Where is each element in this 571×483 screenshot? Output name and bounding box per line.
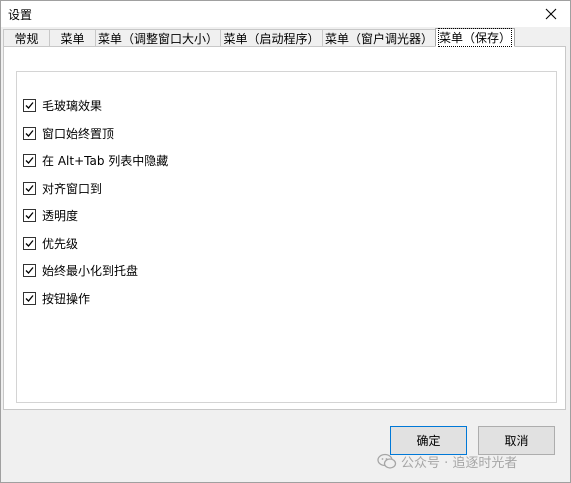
option-label: 按钮操作 bbox=[42, 291, 91, 306]
option-label: 在 Alt+Tab 列表中隐藏 bbox=[42, 154, 169, 169]
tab-label: 菜单（调整窗口大小） bbox=[97, 32, 218, 46]
tab-label: 菜单（启动程序） bbox=[223, 32, 320, 46]
tab-menu-resize[interactable]: 菜单（调整窗口大小） bbox=[95, 29, 221, 47]
check-icon bbox=[25, 102, 34, 110]
option-hide-alt-tab[interactable]: 在 Alt+Tab 列表中隐藏 bbox=[23, 147, 168, 175]
option-transparency[interactable]: 透明度 bbox=[23, 202, 168, 230]
tab-menu-dimmer[interactable]: 菜单（窗户调光器） bbox=[322, 29, 436, 47]
tab-strip: 常规 菜单 菜单（调整窗口大小） 菜单（启动程序） 菜单（窗户调光器） 菜单（保… bbox=[3, 28, 515, 47]
option-label: 始终最小化到托盘 bbox=[42, 264, 139, 279]
option-button-actions[interactable]: 按钮操作 bbox=[23, 285, 168, 313]
close-icon bbox=[545, 8, 557, 20]
tab-menu-launch[interactable]: 菜单（启动程序） bbox=[220, 29, 323, 47]
option-blur-effect[interactable]: 毛玻璃效果 bbox=[23, 92, 168, 120]
options-group: 毛玻璃效果 窗口始终置顶 在 Alt+Tab 列表中隐藏 对齐窗口到 透明度 优… bbox=[16, 71, 557, 403]
check-icon bbox=[25, 294, 34, 302]
checkbox[interactable] bbox=[23, 264, 36, 278]
checkbox[interactable] bbox=[23, 126, 36, 140]
wechat-icon bbox=[377, 453, 397, 469]
check-icon bbox=[25, 239, 34, 247]
watermark: 公众号 · 追逐时光者 bbox=[377, 451, 517, 471]
check-icon bbox=[25, 212, 34, 220]
watermark-text: 公众号 · 追逐时光者 bbox=[401, 455, 518, 471]
check-icon bbox=[25, 267, 34, 275]
checkbox[interactable] bbox=[23, 154, 36, 168]
option-label: 对齐窗口到 bbox=[42, 181, 103, 196]
tab-label: 常规 bbox=[14, 32, 39, 46]
close-button[interactable] bbox=[532, 1, 570, 27]
tab-menu-save[interactable]: 菜单（保存） bbox=[435, 28, 515, 47]
tab-label: 菜单 bbox=[60, 32, 85, 46]
option-label: 优先级 bbox=[42, 236, 79, 251]
option-minimize-to-tray[interactable]: 始终最小化到托盘 bbox=[23, 257, 168, 285]
option-label: 透明度 bbox=[42, 209, 79, 224]
options-list: 毛玻璃效果 窗口始终置顶 在 Alt+Tab 列表中隐藏 对齐窗口到 透明度 优… bbox=[23, 92, 168, 312]
option-always-on-top[interactable]: 窗口始终置顶 bbox=[23, 120, 168, 148]
option-label: 窗口始终置顶 bbox=[42, 126, 115, 141]
check-icon bbox=[25, 184, 34, 192]
tab-label: 菜单（保存） bbox=[437, 28, 513, 47]
check-icon bbox=[25, 129, 34, 137]
window-title: 设置 bbox=[8, 8, 33, 22]
settings-window: 设置 常规 菜单 菜单（调整窗口大小） 菜单（启动程序） 菜单（窗户调光器） 菜… bbox=[0, 0, 571, 483]
checkbox[interactable] bbox=[23, 99, 36, 113]
tab-label: 菜单（窗户调光器） bbox=[324, 32, 433, 46]
option-snap-window[interactable]: 对齐窗口到 bbox=[23, 175, 168, 203]
tab-panel: 毛玻璃效果 窗口始终置顶 在 Alt+Tab 列表中隐藏 对齐窗口到 透明度 优… bbox=[3, 46, 566, 410]
option-label: 毛玻璃效果 bbox=[42, 99, 103, 114]
checkbox[interactable] bbox=[23, 236, 36, 250]
tab-general[interactable]: 常规 bbox=[3, 29, 50, 47]
option-priority[interactable]: 优先级 bbox=[23, 230, 168, 258]
checkbox[interactable] bbox=[23, 181, 36, 195]
checkbox[interactable] bbox=[23, 209, 36, 223]
check-icon bbox=[25, 157, 34, 165]
checkbox[interactable] bbox=[23, 291, 36, 305]
title-bar: 设置 bbox=[1, 1, 570, 27]
tab-menu[interactable]: 菜单 bbox=[49, 29, 96, 47]
